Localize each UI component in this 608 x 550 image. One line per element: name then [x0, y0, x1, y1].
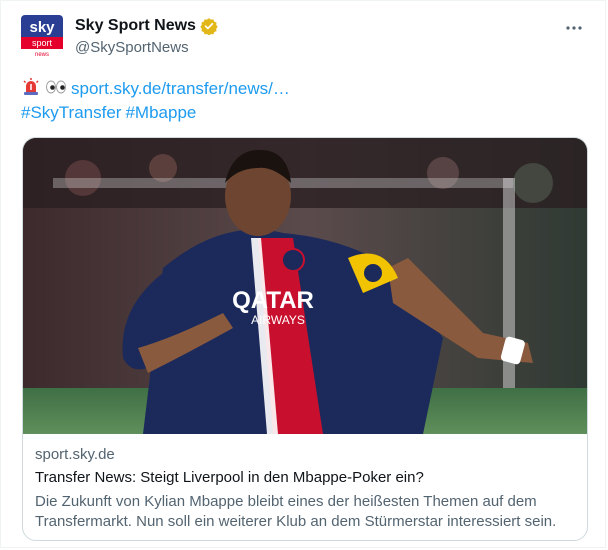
- verified-badge-icon[interactable]: [200, 17, 218, 35]
- tweet-card: sky sport news Sky Sport News @SkySportN…: [0, 0, 606, 548]
- svg-text:sky: sky: [29, 19, 55, 36]
- avatar[interactable]: sky sport news: [21, 15, 63, 57]
- preview-image[interactable]: QATAR AIRWAYS: [23, 138, 587, 434]
- tweet-link[interactable]: sport.sky.de/transfer/news/…: [71, 77, 290, 101]
- sky-sport-news-logo: sky sport news: [21, 15, 63, 57]
- svg-text:news: news: [35, 52, 49, 57]
- link-preview-meta: sport.sky.de Transfer News: Steigt Liver…: [35, 444, 575, 532]
- tweet-line-2: #SkyTransfer #Mbappe: [21, 101, 290, 125]
- card-description: Die Zukunft von Kylian Mbappe bleibt ein…: [35, 493, 557, 530]
- handle[interactable]: @SkySportNews: [75, 39, 189, 56]
- svg-text:sport: sport: [32, 38, 53, 48]
- eyes-icon: [45, 77, 67, 101]
- display-name[interactable]: Sky Sport News: [75, 17, 196, 35]
- author-name-row: Sky Sport News: [75, 17, 218, 35]
- link-preview-card[interactable]: QATAR AIRWAYS sport.sky.de Transfer News…: [22, 137, 588, 541]
- tweet-line-1: sport.sky.de/transfer/news/…: [21, 77, 290, 101]
- rotating-light-icon: [21, 77, 41, 101]
- svg-text:QATAR: QATAR: [232, 287, 314, 314]
- more-options-icon[interactable]: [561, 15, 587, 41]
- tweet-text: sport.sky.de/transfer/news/… #SkyTransfe…: [21, 77, 290, 125]
- hashtag-mbappe[interactable]: #Mbappe: [125, 101, 196, 125]
- svg-text:AIRWAYS: AIRWAYS: [251, 313, 305, 327]
- hashtag-skytransfer[interactable]: #SkyTransfer: [21, 101, 121, 125]
- card-domain: sport.sky.de: [35, 446, 115, 463]
- card-title: Transfer News: Steigt Liverpool in den M…: [35, 469, 424, 486]
